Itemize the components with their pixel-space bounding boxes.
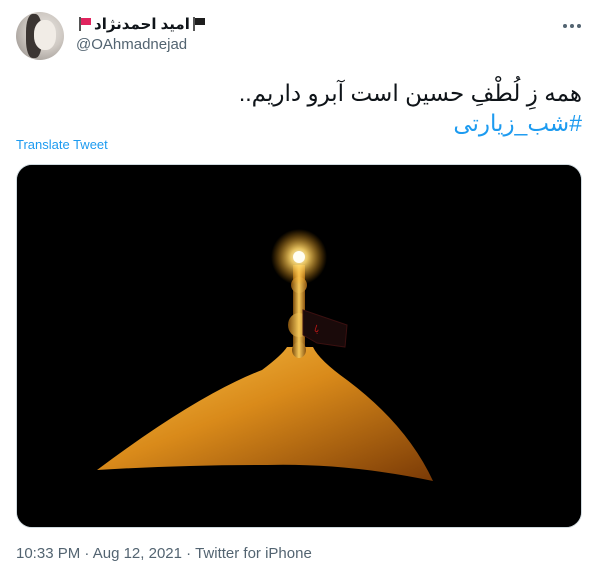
meta-separator: ·: [186, 545, 192, 562]
tweet-time[interactable]: 10:33 PM: [16, 545, 80, 562]
golden-dome-image: یا: [17, 165, 581, 527]
red-flag-icon: [78, 17, 92, 31]
translate-tweet-link[interactable]: Translate Tweet: [16, 137, 108, 152]
display-name[interactable]: امید احمدنژاد: [94, 15, 190, 33]
tweet-text: همه زِ لُطْفِ حسین است آبرو داریم.. #شب_…: [22, 78, 582, 138]
display-name-row[interactable]: امید احمدنژاد: [76, 14, 516, 34]
meta-separator: ·: [84, 545, 90, 562]
black-flag-icon: [192, 17, 206, 31]
tweet-meta: 10:33 PM · Aug 12, 2021 · Twitter for iP…: [16, 545, 312, 562]
more-options-icon[interactable]: [560, 16, 584, 36]
avatar[interactable]: [16, 12, 64, 60]
tweet-source[interactable]: Twitter for iPhone: [195, 545, 312, 562]
avatar-face: [34, 20, 56, 50]
hashtag-link[interactable]: #شب_زیارتی: [22, 108, 582, 138]
tweet-date[interactable]: Aug 12, 2021: [93, 545, 182, 562]
user-handle[interactable]: @OAhmadnejad: [76, 36, 516, 53]
tweet-card: امید احمدنژاد @OAhmadnejad همه زِ لُطْفِ…: [0, 0, 598, 572]
user-names: امید احمدنژاد @OAhmadnejad: [76, 14, 516, 53]
tweet-body: همه زِ لُطْفِ حسین است آبرو داریم..: [238, 80, 582, 106]
tweet-photo[interactable]: یا: [16, 164, 582, 528]
